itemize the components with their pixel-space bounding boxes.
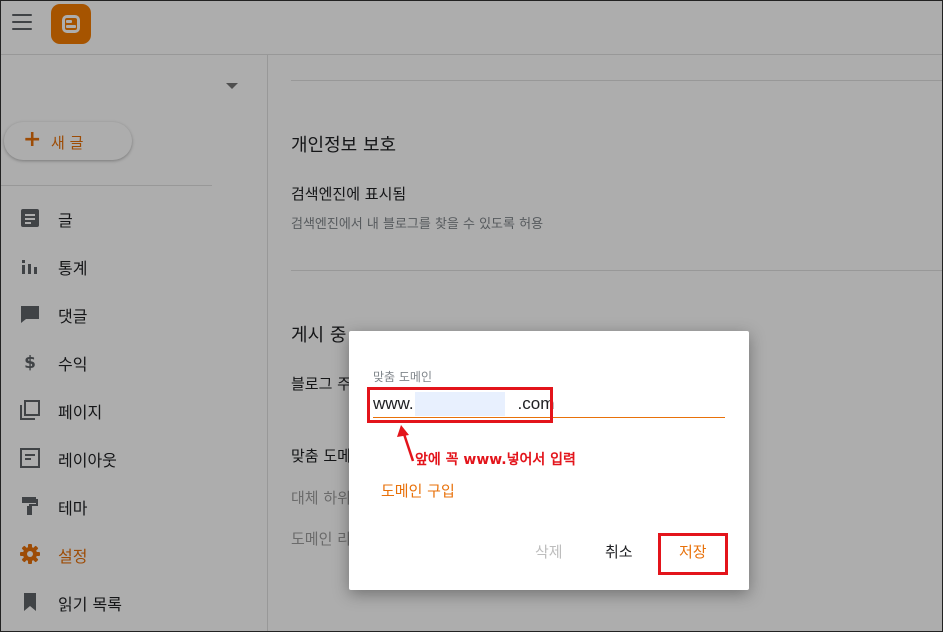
custom-domain-field-label: 맞춤 도메인 [373,370,433,384]
custom-domain-dialog: 맞춤 도메인 앞에 꼭 www.넣어서 입력 도메인 구입 삭제 취소 저장 [349,331,749,590]
annotation-box-input [367,387,553,423]
annotation-box-save [658,533,728,575]
buy-domain-link[interactable]: 도메인 구입 [381,480,455,501]
cancel-button[interactable]: 취소 [605,541,633,562]
delete-button[interactable]: 삭제 [535,541,563,562]
annotation-note: 앞에 꼭 www.넣어서 입력 [415,452,576,468]
